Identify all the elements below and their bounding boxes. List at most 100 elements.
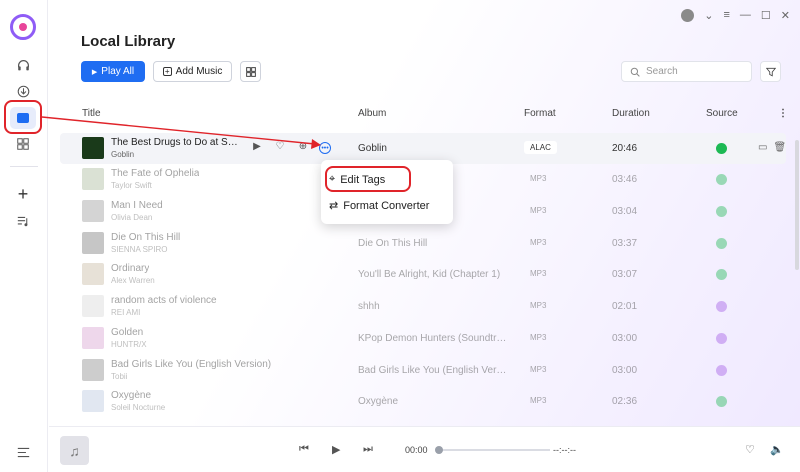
track-duration: 03:46 — [612, 174, 638, 185]
grid-icon — [245, 66, 256, 77]
app-window: + ⌄ ≡ — ☐ ✕ Local Library ▶ Play All + A… — [0, 0, 800, 472]
scrollbar[interactable] — [795, 140, 799, 270]
track-title: Golden — [111, 327, 144, 338]
chevron-down-icon[interactable]: ⌄ — [704, 9, 713, 22]
highlight-box — [325, 166, 411, 192]
spotify-source-icon — [716, 238, 727, 249]
format-badge: MP3 — [530, 333, 547, 342]
track-artist: REI AMI — [111, 308, 141, 317]
track-title: Ordinary — [111, 263, 150, 274]
track-duration: 03:04 — [612, 206, 638, 217]
column-header-title[interactable]: Title — [82, 108, 101, 119]
app-logo-icon — [10, 14, 36, 40]
add-circle-icon[interactable]: ⊕ — [296, 141, 310, 154]
apple-music-source-icon — [716, 365, 727, 376]
track-artist: SIENNA SPIRO — [111, 245, 168, 254]
sidebar-divider — [10, 166, 38, 167]
track-artist: HUNTR/X — [111, 340, 147, 349]
search-icon — [630, 67, 640, 77]
table-row[interactable]: Ordinary Alex Warren You'll Be Alright, … — [60, 259, 786, 290]
play-all-button[interactable]: ▶ Play All — [81, 61, 145, 82]
table-row[interactable]: Golden HUNTR/X KPop Demon Hunters (Sound… — [60, 323, 786, 354]
total-time: --:--:-- — [553, 445, 576, 455]
column-header-album[interactable]: Album — [358, 108, 386, 119]
track-album: You'll Be Alright, Kid (Chapter 1) — [358, 269, 501, 280]
table-row[interactable]: random acts of violence REI AMI shhh MP3… — [60, 291, 786, 322]
headphones-icon[interactable] — [12, 54, 34, 76]
volume-icon[interactable]: 🔈 — [770, 443, 784, 456]
album-art — [82, 263, 104, 285]
track-artist: Goblin — [111, 150, 135, 159]
window-controls: ⌄ ≡ — ☐ ✕ — [681, 7, 790, 23]
play-icon[interactable]: ▶ — [332, 443, 340, 456]
user-icon[interactable] — [681, 8, 695, 22]
spotify-source-icon — [716, 174, 727, 185]
filter-button[interactable] — [760, 61, 781, 82]
minimize-icon[interactable]: — — [740, 9, 751, 21]
heart-icon[interactable]: ♡ — [273, 141, 287, 154]
table-row[interactable]: Die On This Hill SIENNA SPIRO Die On Thi… — [60, 228, 786, 259]
album-art — [82, 200, 104, 222]
track-duration: 03:00 — [612, 333, 638, 344]
previous-track-icon[interactable]: ⏮ — [299, 443, 309, 456]
close-icon[interactable]: ✕ — [781, 9, 790, 22]
folder-icon[interactable]: ▭ — [758, 142, 767, 153]
track-title: Oxygène — [111, 390, 152, 401]
album-art — [82, 327, 104, 349]
column-header-source[interactable]: Source — [706, 108, 738, 119]
next-track-icon[interactable]: ⏭ — [363, 443, 373, 456]
track-title: Die On This Hill — [111, 232, 181, 243]
track-album: shhh — [358, 301, 380, 312]
format-badge: MP3 — [530, 174, 547, 183]
format-badge: ALAC — [524, 141, 557, 154]
track-duration: 03:37 — [612, 238, 638, 249]
progress-bar[interactable] — [435, 446, 550, 454]
track-title: random acts of violence — [111, 295, 217, 306]
progress-knob[interactable] — [435, 446, 443, 454]
play-icon[interactable]: ▶ — [250, 141, 264, 154]
format-badge: MP3 — [530, 396, 547, 405]
column-header-format[interactable]: Format — [524, 108, 556, 119]
current-time: 00:00 — [405, 445, 428, 455]
more-options-icon[interactable]: ••• — [319, 142, 331, 154]
menu-icon[interactable] — [12, 441, 34, 463]
track-artist: Taylor Swift — [111, 181, 152, 190]
download-icon[interactable] — [12, 80, 34, 102]
table-row[interactable]: Oxygène Soleil Nocturne Oxygène MP3 02:3… — [60, 386, 786, 417]
track-album: Oxygène — [358, 396, 399, 407]
row-tail-actions: ▭ 🗑 — [758, 142, 786, 153]
apple-music-source-icon — [716, 301, 727, 312]
search-box[interactable] — [621, 61, 752, 82]
maximize-icon[interactable]: ☐ — [761, 9, 771, 22]
spotify-source-icon — [716, 269, 727, 280]
track-album: Goblin — [358, 143, 387, 154]
format-badge: MP3 — [530, 238, 547, 247]
track-title: Bad Girls Like You (English Version) — [111, 359, 272, 370]
trash-icon[interactable]: 🗑 — [773, 142, 786, 153]
album-art — [82, 295, 104, 317]
add-music-button[interactable]: + Add Music — [153, 61, 232, 82]
grid-icon[interactable] — [12, 133, 34, 155]
track-artist: Alex Warren — [111, 276, 155, 285]
album-art — [82, 137, 104, 159]
track-duration: 03:07 — [612, 269, 638, 280]
menu-icon[interactable]: ≡ — [723, 9, 729, 21]
column-options-icon[interactable]: ⋮ — [778, 108, 788, 119]
track-artist: Olivia Dean — [111, 213, 153, 222]
track-artist: Tobii — [111, 372, 128, 381]
grid-view-button[interactable] — [240, 61, 261, 82]
spotify-source-icon — [716, 143, 727, 154]
spotify-source-icon — [716, 206, 727, 217]
playlist-icon[interactable] — [12, 210, 34, 232]
column-header-duration[interactable]: Duration — [612, 108, 650, 119]
track-album: Die On This Hill — [358, 238, 428, 249]
heart-icon[interactable]: ♡ — [745, 443, 755, 456]
plus-icon[interactable]: + — [12, 183, 34, 205]
table-row[interactable]: Bad Girls Like You (English Version) Tob… — [60, 355, 786, 386]
add-music-label: Add Music — [175, 66, 223, 77]
search-input[interactable] — [646, 66, 746, 77]
track-title: The Best Drugs to Do at Sc... — [111, 137, 241, 148]
row-actions: ▶ ♡ ⊕ ••• — [250, 141, 331, 154]
menu-item-format-converter[interactable]: ⇄ Format Converter — [329, 199, 429, 213]
track-duration: 20:46 — [612, 143, 638, 154]
